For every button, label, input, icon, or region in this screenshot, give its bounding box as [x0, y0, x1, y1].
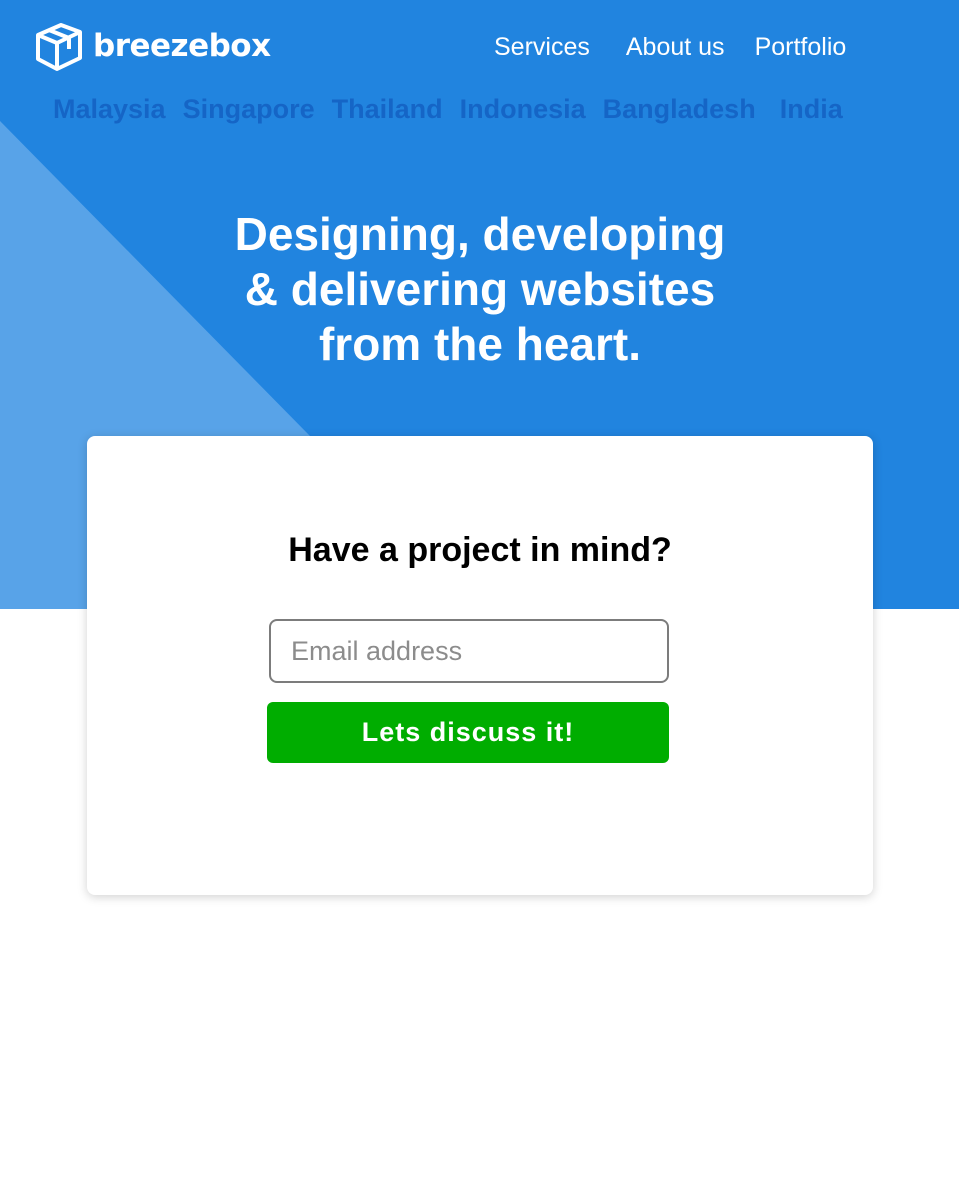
- contact-card-title: Have a project in mind?: [288, 531, 672, 569]
- nav-link-services[interactable]: Services: [494, 32, 590, 62]
- hero-headline-line-1: Designing, developing: [234, 208, 726, 260]
- email-field[interactable]: [269, 619, 669, 683]
- contact-card: Have a project in mind? Lets discuss it!: [87, 436, 873, 895]
- brand-name: breezebox: [93, 27, 271, 64]
- nav-link-about-us[interactable]: About us: [626, 32, 725, 62]
- landing-page: breezebox Services About us Portfolio Ma…: [0, 0, 959, 1200]
- hero-headline-line-3: from the heart.: [318, 318, 642, 370]
- country-thailand: Thailand: [331, 94, 443, 124]
- site-header: breezebox Services About us Portfolio: [0, 0, 959, 95]
- country-bangladesh: Bangladesh: [602, 94, 756, 124]
- discuss-button[interactable]: Lets discuss it!: [267, 702, 669, 763]
- brand-logo-link[interactable]: breezebox: [35, 21, 271, 71]
- country-indonesia: Indonesia: [459, 94, 586, 124]
- hero-headline-line-2: & delivering websites: [244, 263, 716, 315]
- nav-link-portfolio[interactable]: Portfolio: [755, 32, 847, 62]
- country-list: Malaysia Singapore Thailand Indonesia Ba…: [53, 92, 923, 126]
- country-singapore: Singapore: [182, 94, 315, 124]
- country-india: India: [779, 94, 843, 124]
- box-icon: [35, 21, 83, 71]
- main-nav: Services About us Portfolio: [494, 32, 846, 62]
- hero-headline: Designing, developing & delivering websi…: [180, 207, 780, 372]
- country-malaysia: Malaysia: [53, 94, 166, 124]
